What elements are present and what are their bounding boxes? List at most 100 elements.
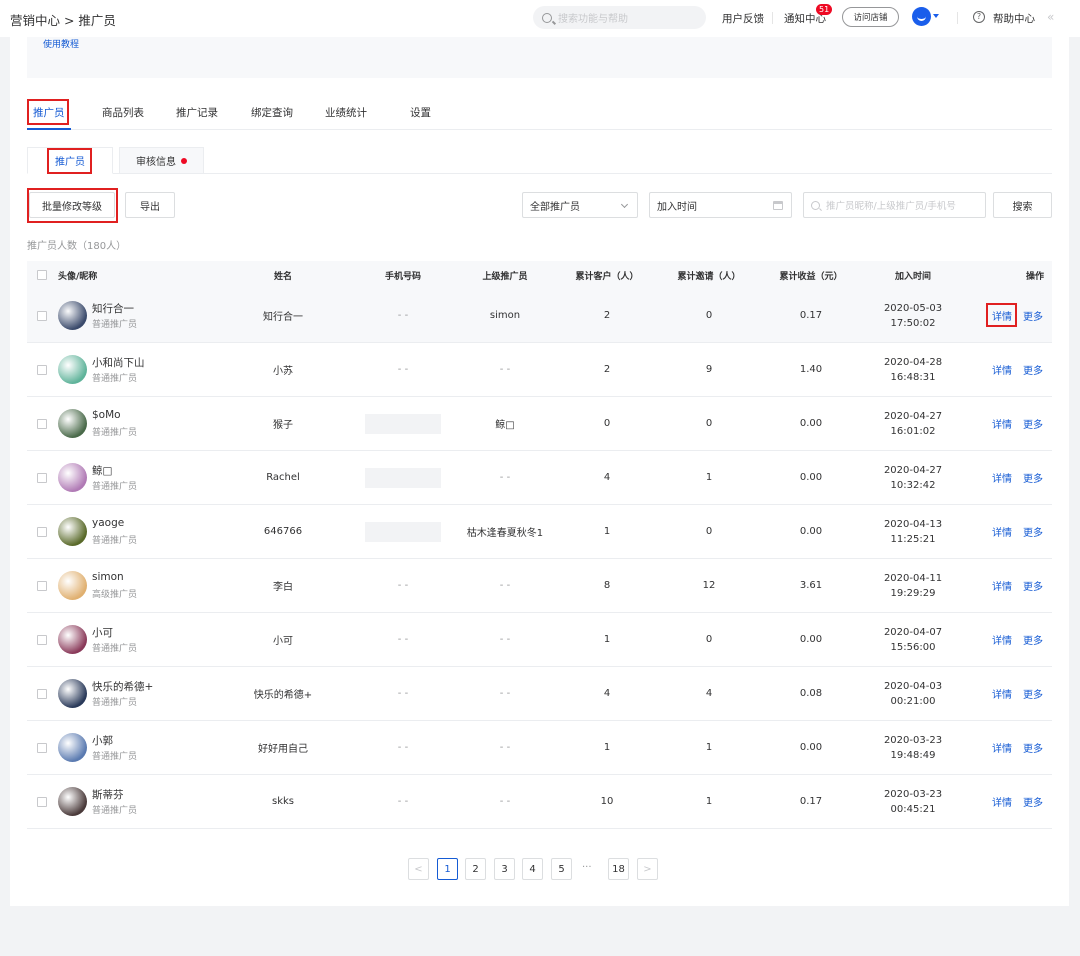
detail-link[interactable]: 详情 (990, 613, 1014, 666)
search-button[interactable]: 搜索 (993, 192, 1052, 218)
promoter-filter-select[interactable]: 全部推广员 (522, 192, 638, 218)
row-checkbox[interactable] (37, 311, 47, 321)
detail-link[interactable]: 详情 (990, 451, 1014, 504)
row-checkbox[interactable] (37, 365, 47, 375)
next-page-button[interactable]: > (637, 858, 658, 880)
row-checkbox[interactable] (37, 743, 47, 753)
join-time-picker[interactable]: 加入时间 (649, 192, 792, 218)
select-value: 全部推广员 (530, 201, 580, 213)
help-icon[interactable]: ? (973, 11, 985, 23)
more-link[interactable]: 更多 (1021, 451, 1045, 504)
more-link[interactable]: 更多 (1021, 289, 1045, 342)
help-center-link[interactable]: 帮助中心 (993, 11, 1035, 26)
collapse-icon[interactable]: « (1047, 10, 1054, 24)
row-checkbox[interactable] (37, 419, 47, 429)
account-avatar[interactable] (912, 7, 931, 26)
join-date: 2020-03-23 (883, 734, 943, 746)
more-link[interactable]: 更多 (1021, 559, 1045, 612)
row-checkbox[interactable] (37, 581, 47, 591)
subtab-label: 审核信息 (136, 157, 176, 168)
global-search-input[interactable]: 搜索功能与帮助 (533, 6, 706, 29)
join-clock: 00:45:21 (890, 803, 936, 815)
chevron-down-icon[interactable] (933, 14, 939, 18)
main-panel: 使用教程 推广员 商品列表 推广记录 绑定查询 业绩统计 设置 推广员 审核信息… (10, 37, 1069, 906)
cell-name: 猴子 (273, 420, 293, 431)
join-date: 2020-04-27 (883, 464, 943, 476)
promoter-level: 普通推广员 (92, 320, 138, 330)
table-row: $oMo 普通推广员 猴子 鲸□ 0 0 0.00 2020-04-27 16:01:02 详情更… (27, 397, 1052, 451)
page-button[interactable]: 2 (465, 858, 486, 880)
detail-link[interactable]: 详情 (990, 667, 1014, 720)
phone-masked (365, 467, 441, 488)
avatar (58, 355, 87, 384)
tab-performance[interactable]: 业绩统计 (325, 105, 367, 120)
promoter-nickname: 快乐的希德+ (92, 681, 154, 693)
pagination-ellipsis: ··· (582, 862, 592, 873)
search-icon (811, 200, 820, 210)
page-button[interactable]: 4 (522, 858, 543, 880)
row-checkbox[interactable] (37, 797, 47, 807)
detail-link[interactable]: 详情 (990, 397, 1014, 450)
promoter-nickname: 小可 (92, 627, 113, 639)
cell-join-time: 2020-04-13 11:25:21 (853, 505, 973, 558)
more-link[interactable]: 更多 (1021, 397, 1045, 450)
detail-link[interactable]: 详情 (990, 559, 1014, 612)
unread-dot (181, 157, 187, 164)
last-page-button[interactable]: 18 (608, 858, 629, 880)
join-date: 2020-04-28 (883, 356, 943, 368)
search-placeholder: 推广员昵称/上级推广员/手机号 (826, 201, 956, 212)
row-checkbox[interactable] (37, 635, 47, 645)
prev-page-button[interactable]: < (408, 858, 429, 880)
date-placeholder: 加入时间 (657, 201, 697, 213)
more-link[interactable]: 更多 (1021, 667, 1045, 720)
page-button[interactable]: 3 (494, 858, 515, 880)
detail-link[interactable]: 详情 (990, 343, 1014, 396)
visit-store-button[interactable]: 访问店铺 (842, 7, 899, 27)
promoter-level: 高级推广员 (92, 590, 138, 600)
avatar (58, 301, 87, 330)
tab-records[interactable]: 推广记录 (176, 105, 218, 120)
subtab-review[interactable]: 审核信息 (119, 147, 204, 174)
more-link[interactable]: 更多 (1021, 613, 1045, 666)
avatar (58, 679, 87, 708)
table-row: 小和尚下山 普通推广员 小苏 - -- -2 9 1.40 2020-04-28 16:48:… (27, 343, 1052, 397)
join-clock: 15:56:00 (890, 641, 936, 653)
more-link[interactable]: 更多 (1021, 343, 1045, 396)
page-button[interactable]: 5 (551, 858, 572, 880)
highlight-box (47, 148, 92, 174)
avatar (58, 787, 87, 816)
tutorial-link[interactable]: 使用教程 (43, 37, 79, 50)
detail-link[interactable]: 详情 (990, 775, 1014, 828)
feedback-link[interactable]: 用户反馈 (722, 11, 764, 26)
join-clock: 16:01:02 (890, 425, 936, 437)
tab-products[interactable]: 商品列表 (102, 105, 144, 120)
more-link[interactable]: 更多 (1021, 505, 1045, 558)
more-link[interactable]: 更多 (1021, 721, 1045, 774)
cell-join-time: 2020-04-03 00:21:00 (853, 667, 973, 720)
page-button[interactable]: 1 (437, 858, 458, 880)
chevron-down-icon (620, 200, 629, 209)
detail-link[interactable]: 详情 (990, 721, 1014, 774)
export-button[interactable]: 导出 (125, 192, 175, 218)
row-checkbox[interactable] (37, 473, 47, 483)
more-link[interactable]: 更多 (1021, 775, 1045, 828)
cell-join-time: 2020-04-28 16:48:31 (853, 343, 973, 396)
promoter-level: 普通推广员 (92, 374, 138, 384)
promoter-search-input[interactable]: 推广员昵称/上级推广员/手机号 (803, 192, 986, 218)
highlight-box (986, 303, 1017, 327)
cell-name: 小苏 (273, 366, 293, 377)
promoter-nickname: yaoge (92, 517, 125, 529)
tab-settings[interactable]: 设置 (410, 105, 431, 120)
promoter-table: 头像/昵称 姓名 手机号码 上级推广员 累计客户（人） 累计邀请（人） 累计收益… (27, 261, 1052, 829)
join-date: 2020-04-03 (883, 680, 943, 692)
row-checkbox[interactable] (37, 527, 47, 537)
table-row: 快乐的希德+ 普通推广员 快乐的希德+ - -- -4 4 0.08 2020-04-03 0… (27, 667, 1052, 721)
promoter-nickname: 鲸□ (92, 465, 113, 477)
promoter-level: 普通推广员 (92, 536, 138, 546)
breadcrumb: 营销中心 > 推广员 (10, 13, 116, 28)
tab-binding-query[interactable]: 绑定查询 (251, 105, 293, 120)
detail-link[interactable]: 详情 (990, 505, 1014, 558)
row-checkbox[interactable] (37, 689, 47, 699)
cell-name: 快乐的希德+ (253, 690, 313, 701)
select-all-checkbox[interactable] (37, 270, 47, 280)
